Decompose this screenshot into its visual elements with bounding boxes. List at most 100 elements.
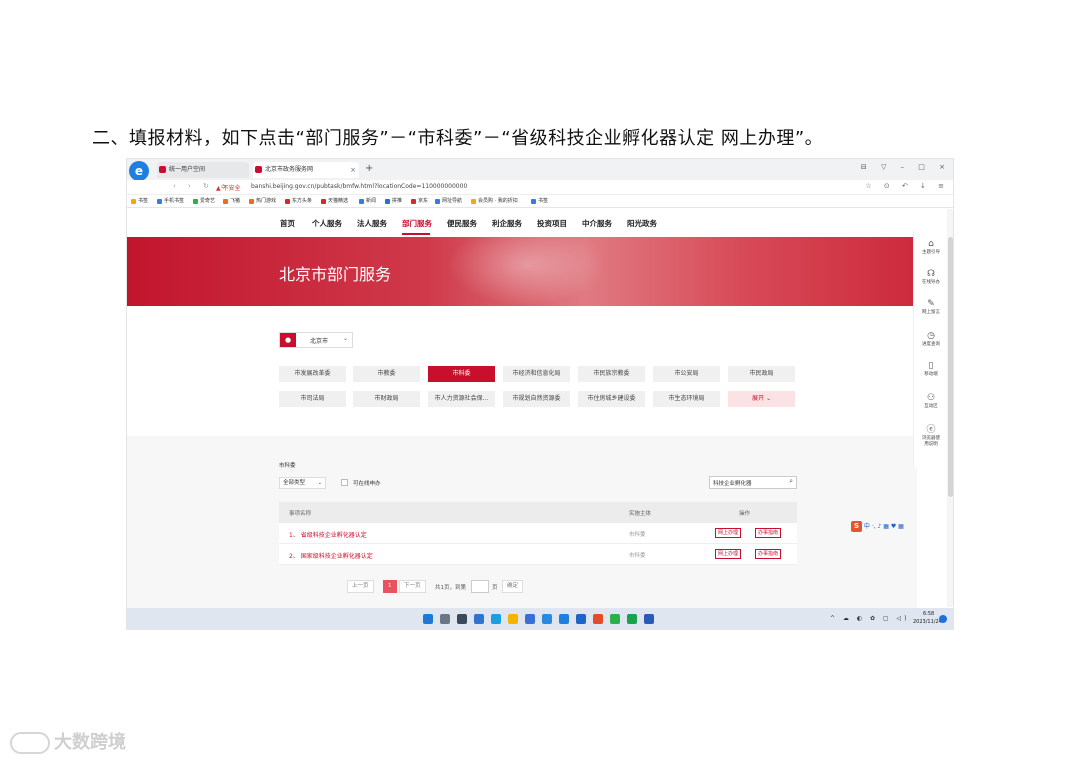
dept-button[interactable]: 市规划自然资源委 <box>503 391 570 407</box>
page-number-input[interactable] <box>471 580 489 593</box>
scroll-thumb[interactable] <box>948 237 953 497</box>
store-icon[interactable] <box>525 614 535 624</box>
bookmark-item[interactable]: 网址导航 <box>435 197 462 206</box>
nav-sunshine[interactable]: 阳光政务 <box>627 218 657 229</box>
table-row: 2、 国家级科技企业孵化器认定 市科委 网上办理 办事指南 <box>279 544 797 565</box>
browser-icon: ⓔ <box>926 425 936 435</box>
matter-dept: 市科委 <box>629 553 646 559</box>
sidebar-item-browser-help[interactable]: ⓔ 浏览器使用说明 <box>914 425 948 448</box>
guide-button[interactable]: 办事指南 <box>755 528 782 538</box>
tab-gov-service[interactable]: 北京市政务服务网 × <box>253 162 359 178</box>
search-icon[interactable]: ⌕ <box>789 477 793 486</box>
bookmark-item[interactable]: 拼推 <box>385 197 402 206</box>
bookmark-item[interactable]: 爱奇艺 <box>193 197 215 206</box>
edge-icon[interactable] <box>491 614 501 624</box>
bookmark-item[interactable]: 书签 <box>531 197 548 206</box>
app-icon[interactable] <box>576 614 586 624</box>
task-view-icon[interactable] <box>457 614 467 624</box>
browser-app-icon[interactable] <box>559 614 569 624</box>
browser-logo-icon[interactable]: e <box>129 161 149 181</box>
region-dropdown[interactable]: ● 北京市 ⌄ <box>279 332 353 348</box>
window-controls[interactable]: ⊟ ▽ – □ × <box>861 163 951 171</box>
address-tools-icon[interactable]: ☆ ⊙ ↶ ↓ ≡ <box>865 182 949 190</box>
search-icon[interactable] <box>440 614 450 624</box>
app-icon[interactable] <box>593 614 603 624</box>
windows-taskbar: ^ ☁ ◐ ✿ ▢ ◁) 6:58 2023/11/24 <box>127 608 953 629</box>
nav-department[interactable]: 部门服务 <box>402 218 432 229</box>
tab-user-space[interactable]: 统一用户空间 <box>157 162 249 178</box>
start-icon[interactable] <box>423 614 433 624</box>
nav-personal[interactable]: 个人服务 <box>312 218 342 229</box>
matter-name-link[interactable]: 2、 国家级科技企业孵化器认定 <box>289 551 373 560</box>
dept-button[interactable]: 市教委 <box>353 366 420 382</box>
nav-enterprise[interactable]: 利企服务 <box>492 218 522 229</box>
new-tab-button[interactable]: + <box>365 162 373 176</box>
guide-button[interactable]: 办事指南 <box>755 549 782 559</box>
sidebar-item-online-guide[interactable]: ☊ 在线导办 <box>914 269 948 286</box>
search-input[interactable]: 科技企业孵化器 ⌕ <box>709 476 797 489</box>
type-dropdown[interactable]: 全部类型 ⌄ <box>279 477 326 489</box>
system-tray-icon[interactable]: ^ ☁ ◐ ✿ ▢ ◁) <box>830 615 909 622</box>
dept-button[interactable]: 市经济和信息化局 <box>503 366 570 382</box>
bookmark-item[interactable]: 书签 <box>131 197 148 206</box>
interact-icon: ⚇ <box>926 393 936 403</box>
matter-name-link[interactable]: 1、 省级科技企业孵化器认定 <box>289 530 367 539</box>
file-explorer-icon[interactable] <box>508 614 518 624</box>
dept-button[interactable]: 市公安局 <box>653 366 720 382</box>
nav-legal-person[interactable]: 法人服务 <box>357 218 387 229</box>
bookmark-item[interactable]: 手机书签 <box>157 197 184 206</box>
type-value: 全部类型 <box>283 480 306 486</box>
online-apply-button[interactable]: 网上办理 <box>715 549 742 559</box>
nav-agency[interactable]: 中介服务 <box>582 218 612 229</box>
clock-date: 2023/11/24 <box>913 619 942 625</box>
tab-favicon-icon <box>159 166 166 173</box>
dept-button[interactable]: 市生态环境局 <box>653 391 720 407</box>
bookmark-item[interactable]: 京东 <box>411 197 428 206</box>
dept-button[interactable]: 市人力资源社会保... <box>428 391 495 407</box>
dept-button[interactable]: 市住房城乡建设委 <box>578 391 645 407</box>
sidebar-item-mobile[interactable]: ▯ 移动端 <box>914 361 948 378</box>
bookmark-item[interactable]: 东方头条 <box>285 197 312 206</box>
insecure-badge[interactable]: ▲ 不安全 <box>216 183 241 192</box>
sidebar-item-message[interactable]: ✎ 网上留言 <box>914 299 948 316</box>
dept-button[interactable]: 市民族宗教委 <box>578 366 645 382</box>
bookmark-item[interactable]: 会员购 · 我的折扣 <box>471 197 518 206</box>
mail-icon[interactable] <box>542 614 552 624</box>
ime-toolbar[interactable]: S 中 ·, ♪ ▦ ♥ ▦ <box>851 521 904 533</box>
nav-convenience[interactable]: 便民服务 <box>447 218 477 229</box>
total-pages-text: 共1页，到第 <box>435 585 466 591</box>
url-input[interactable]: banshi.beijing.gov.cn/pubtask/bmfw.html?… <box>251 183 467 190</box>
bookmark-item[interactable]: 热门游戏 <box>249 197 276 206</box>
browser-screenshot: e 统一用户空间 北京市政务服务网 × + ⊟ ▽ – □ × ‹ › ↻ ⌂ … <box>126 158 954 630</box>
expand-button[interactable]: 展开 ⌄ <box>728 391 795 407</box>
dept-button[interactable]: 市发展改革委 <box>279 366 346 382</box>
dept-button[interactable]: 市民政局 <box>728 366 795 382</box>
sidebar-item-topic-guide[interactable]: ⌂ 主题引导 <box>914 239 948 256</box>
online-checkbox[interactable] <box>341 479 348 486</box>
word-icon[interactable] <box>644 614 654 624</box>
bookmark-item[interactable]: 飞猪 <box>223 197 240 206</box>
online-apply-button[interactable]: 网上办理 <box>715 528 742 538</box>
bookmark-item[interactable]: 天猫精选 <box>321 197 348 206</box>
page-1-button[interactable]: 1 <box>383 580 397 593</box>
confirm-page-button[interactable]: 确定 <box>502 580 524 593</box>
dept-button-active[interactable]: 市科委 <box>428 366 495 382</box>
app-icon[interactable] <box>627 614 637 624</box>
dept-button[interactable]: 市财政局 <box>353 391 420 407</box>
nav-home[interactable]: 首页 <box>280 218 295 229</box>
message-icon: ✎ <box>927 299 935 309</box>
sidebar-item-progress[interactable]: ◷ 进度查询 <box>914 331 948 348</box>
page-banner: 北京市部门服务 <box>127 237 917 306</box>
chevron-down-icon: ⌄ <box>317 480 322 486</box>
notification-icon[interactable] <box>939 615 947 623</box>
widgets-icon[interactable] <box>474 614 484 624</box>
nav-investment[interactable]: 投资项目 <box>537 218 567 229</box>
bookmark-item[interactable]: 新闻 <box>359 197 376 206</box>
page-scrollbar[interactable] <box>947 209 953 607</box>
wechat-icon[interactable] <box>610 614 620 624</box>
close-icon[interactable]: × <box>350 162 356 178</box>
next-page-button[interactable]: 下一页 <box>399 580 426 593</box>
prev-page-button[interactable]: 上一页 <box>347 580 374 593</box>
sidebar-item-interact[interactable]: ⚇ 互动区 <box>914 393 948 410</box>
dept-button[interactable]: 市司法局 <box>279 391 346 407</box>
